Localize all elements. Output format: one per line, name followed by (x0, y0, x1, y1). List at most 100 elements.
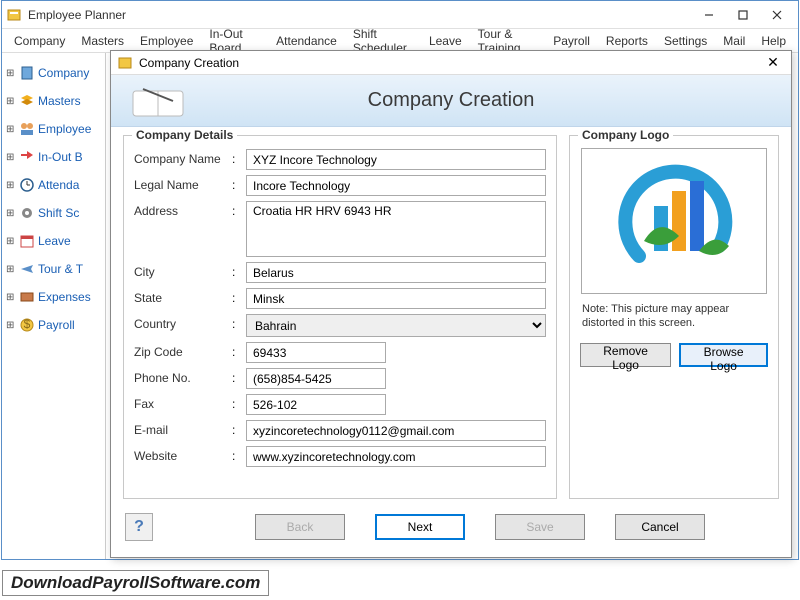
money-icon (19, 289, 35, 305)
dialog-close-button[interactable]: ✕ (761, 53, 785, 73)
sidebar-label: Employee (38, 122, 91, 136)
close-button[interactable] (760, 4, 794, 26)
svg-text:$: $ (24, 317, 31, 331)
sidebar-label: In-Out B (38, 150, 83, 164)
website-input[interactable] (246, 446, 546, 467)
sidebar: ⊞ Company ⊞ Masters ⊞ Employee ⊞ In-Out B ⊞ A… (2, 53, 106, 559)
expand-icon[interactable]: ⊞ (6, 208, 16, 219)
state-input[interactable] (246, 288, 546, 309)
expand-icon[interactable]: ⊞ (6, 180, 16, 191)
sidebar-label: Payroll (38, 318, 75, 332)
expand-icon[interactable]: ⊞ (6, 96, 16, 107)
menu-settings[interactable]: Settings (656, 31, 715, 51)
watermark: DownloadPayrollSoftware.com (2, 570, 269, 596)
country-select[interactable]: Bahrain (246, 314, 546, 337)
label-company-name: Company Name (134, 149, 232, 166)
sidebar-item-payroll[interactable]: ⊞ $ Payroll (4, 311, 103, 339)
menu-company[interactable]: Company (6, 31, 73, 51)
app-icon (6, 7, 22, 23)
expand-icon[interactable]: ⊞ (6, 236, 16, 247)
label-city: City (134, 262, 232, 279)
sidebar-label: Tour & T (38, 262, 83, 276)
expand-icon[interactable]: ⊞ (6, 292, 16, 303)
sidebar-label: Attenda (38, 178, 79, 192)
sidebar-item-attendance[interactable]: ⊞ Attenda (4, 171, 103, 199)
address-input[interactable]: Croatia HR HRV 6943 HR (246, 201, 546, 257)
fax-input[interactable] (246, 394, 386, 415)
email-input[interactable] (246, 420, 546, 441)
logo-preview (581, 148, 767, 294)
stack-icon (19, 93, 35, 109)
sidebar-item-employee[interactable]: ⊞ Employee (4, 115, 103, 143)
expand-icon[interactable]: ⊞ (6, 264, 16, 275)
menu-masters[interactable]: Masters (73, 31, 132, 51)
browse-logo-button[interactable]: Browse Logo (679, 343, 768, 367)
people-icon (19, 121, 35, 137)
company-creation-dialog: Company Creation ✕ Company Creation Comp… (110, 50, 792, 558)
city-input[interactable] (246, 262, 546, 283)
label-fax: Fax (134, 394, 232, 411)
sidebar-item-inout[interactable]: ⊞ In-Out B (4, 143, 103, 171)
clock-icon (19, 177, 35, 193)
menu-attendance[interactable]: Attendance (268, 31, 345, 51)
logo-legend: Company Logo (578, 128, 673, 142)
label-country: Country (134, 314, 232, 331)
dialog-footer: ? Back Next Save Cancel (111, 507, 791, 547)
expand-icon[interactable]: ⊞ (6, 68, 16, 79)
arrows-icon (19, 149, 35, 165)
company-details-fieldset: Company Details Company Name: Legal Name… (123, 135, 557, 499)
expand-icon[interactable]: ⊞ (6, 124, 16, 135)
back-button[interactable]: Back (255, 514, 345, 540)
sidebar-label: Company (38, 66, 89, 80)
details-legend: Company Details (132, 128, 237, 142)
coin-icon: $ (19, 317, 35, 333)
minimize-button[interactable] (692, 4, 726, 26)
sidebar-label: Shift Sc (38, 206, 79, 220)
menu-leave[interactable]: Leave (421, 31, 470, 51)
save-button[interactable]: Save (495, 514, 585, 540)
label-legal-name: Legal Name (134, 175, 232, 192)
cancel-button[interactable]: Cancel (615, 514, 705, 540)
sidebar-label: Expenses (38, 290, 91, 304)
sidebar-item-expenses[interactable]: ⊞ Expenses (4, 283, 103, 311)
company-logo-image (599, 156, 749, 286)
sidebar-label: Leave (38, 234, 71, 248)
label-zip: Zip Code (134, 342, 232, 359)
menu-employee[interactable]: Employee (132, 31, 201, 51)
dialog-header: Company Creation (111, 75, 791, 127)
phone-input[interactable] (246, 368, 386, 389)
sidebar-item-tour[interactable]: ⊞ Tour & T (4, 255, 103, 283)
sidebar-label: Masters (38, 94, 81, 108)
menu-payroll[interactable]: Payroll (545, 31, 598, 51)
menu-reports[interactable]: Reports (598, 31, 656, 51)
company-logo-fieldset: Company Logo Note: This picture may appe… (569, 135, 779, 499)
notebook-icon (123, 81, 193, 124)
expand-icon[interactable]: ⊞ (6, 320, 16, 331)
dialog-header-title: Company Creation (368, 89, 535, 112)
label-email: E-mail (134, 420, 232, 437)
sidebar-item-company[interactable]: ⊞ Company (4, 59, 103, 87)
dialog-icon (117, 55, 133, 71)
next-button[interactable]: Next (375, 514, 465, 540)
label-phone: Phone No. (134, 368, 232, 385)
window-title: Employee Planner (28, 8, 126, 22)
menu-help[interactable]: Help (753, 31, 794, 51)
building-icon (19, 65, 35, 81)
menu-mail[interactable]: Mail (715, 31, 753, 51)
dialog-titlebar: Company Creation ✕ (111, 51, 791, 75)
logo-note: Note: This picture may appear distorted … (582, 302, 766, 331)
help-button[interactable]: ? (125, 513, 153, 541)
remove-logo-button[interactable]: Remove Logo (580, 343, 671, 367)
sidebar-item-masters[interactable]: ⊞ Masters (4, 87, 103, 115)
label-state: State (134, 288, 232, 305)
sidebar-item-leave[interactable]: ⊞ Leave (4, 227, 103, 255)
legal-name-input[interactable] (246, 175, 546, 196)
company-name-input[interactable] (246, 149, 546, 170)
maximize-button[interactable] (726, 4, 760, 26)
zip-input[interactable] (246, 342, 386, 363)
plane-icon (19, 261, 35, 277)
calendar-icon (19, 233, 35, 249)
sidebar-item-shift[interactable]: ⊞ Shift Sc (4, 199, 103, 227)
expand-icon[interactable]: ⊞ (6, 152, 16, 163)
dialog-title: Company Creation (139, 56, 239, 70)
